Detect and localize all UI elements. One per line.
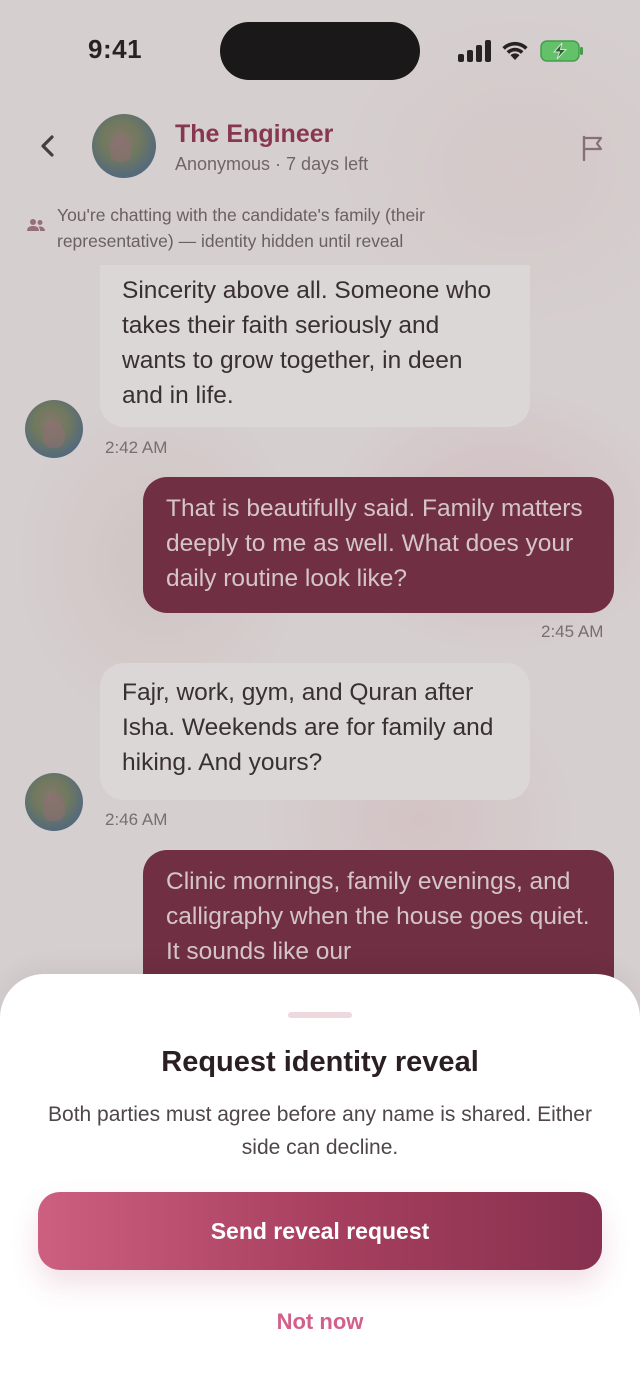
sheet-description: Both parties must agree before any name …: [48, 1103, 592, 1159]
sheet-title: Request identity reveal: [161, 1046, 479, 1078]
chat-screen: 9:41 The Engineer Anonymous · 7 days lef…: [0, 0, 640, 1391]
not-now-button[interactable]: Not now: [220, 1302, 420, 1342]
reveal-request-sheet: Request identity reveal Both parties mus…: [0, 974, 640, 1391]
sheet-grabber[interactable]: [288, 1012, 352, 1018]
send-reveal-request-button[interactable]: Send reveal request: [38, 1192, 602, 1270]
